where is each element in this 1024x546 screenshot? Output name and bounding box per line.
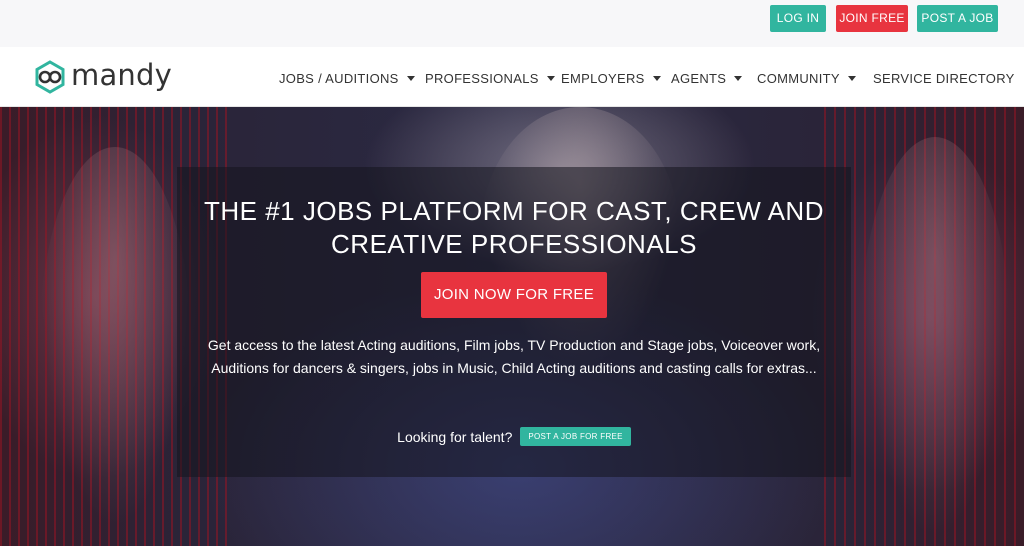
caret-down-icon	[847, 76, 856, 81]
hero-background-figure	[40, 147, 190, 527]
nav-item-label: SERVICE DIRECTORY	[873, 71, 1015, 86]
join-now-button[interactable]: JOIN NOW FOR FREE	[421, 272, 607, 318]
caret-down-icon	[734, 76, 743, 81]
hero-background-figure	[860, 137, 1010, 537]
nav-employers[interactable]: EMPLOYERS	[561, 71, 661, 86]
nav-item-label: COMMUNITY	[757, 71, 840, 86]
hero-description: Get access to the latest Acting audition…	[207, 337, 821, 376]
hero-section: THE #1 JOBS PLATFORM FOR CAST, CREW AND …	[0, 107, 1024, 546]
nav-item-label: JOBS / AUDITIONS	[279, 71, 399, 86]
join-free-button[interactable]: JOIN FREE	[836, 5, 908, 32]
nav-item-label: AGENTS	[671, 71, 727, 86]
talent-prompt: Looking for talent?	[397, 428, 513, 445]
caret-down-icon	[652, 76, 661, 81]
nav-item-label: PROFESSIONALS	[425, 71, 539, 86]
hero-title-line: THE #1 JOBS PLATFORM FOR CAST, CREW AND	[204, 196, 824, 226]
main-navbar: mandy JOBS / AUDITIONS PROFESSIONALS EMP…	[0, 47, 1024, 107]
nav-jobs-auditions[interactable]: JOBS / AUDITIONS	[279, 71, 415, 86]
top-utility-bar: LOG IN JOIN FREE POST A JOB	[0, 0, 1024, 47]
post-a-job-button[interactable]: POST A JOB	[917, 5, 998, 32]
post-job-free-button[interactable]: POST A JOB FOR FREE	[520, 427, 631, 446]
caret-down-icon	[546, 76, 555, 81]
hero-title-line: CREATIVE PROFESSIONALS	[331, 229, 697, 259]
login-button[interactable]: LOG IN	[770, 5, 826, 32]
logo-wordmark: mandy	[71, 58, 172, 92]
nav-item-label: EMPLOYERS	[561, 71, 645, 86]
nav-service-directory[interactable]: SERVICE DIRECTORY	[873, 71, 1015, 86]
logo[interactable]: mandy	[33, 58, 172, 95]
hero-title: THE #1 JOBS PLATFORM FOR CAST, CREW AND …	[177, 195, 851, 261]
mandy-logo-icon	[35, 60, 65, 94]
caret-down-icon	[406, 76, 415, 81]
nav-professionals[interactable]: PROFESSIONALS	[425, 71, 555, 86]
nav-agents[interactable]: AGENTS	[671, 71, 743, 86]
talent-row: Looking for talent? POST A JOB FOR FREE	[177, 427, 851, 446]
nav-community[interactable]: COMMUNITY	[757, 71, 856, 86]
